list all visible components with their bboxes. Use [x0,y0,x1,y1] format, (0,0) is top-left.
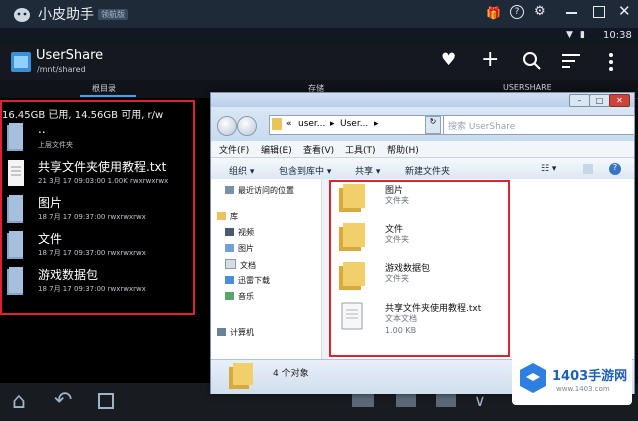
music-icon [225,292,234,300]
search-input[interactable]: 搜索 UserShare [448,119,515,132]
video-icon [225,228,234,236]
window-title-bar: – □ ✕ [211,93,634,107]
document-icon [225,259,236,269]
nav-label: 图片 [238,244,254,253]
nav-item-library[interactable]: 库 [217,211,238,222]
menu-help[interactable]: 帮助(H) [387,143,419,156]
window-close-button[interactable]: ✕ [609,94,630,107]
watermark-url: www.1403.com [556,385,610,393]
highlight-box-right [329,180,510,357]
menu-file[interactable]: 文件(F) [219,143,249,156]
nav-item-downloads[interactable]: 迅雷下载 [225,275,270,286]
library-icon [217,212,226,220]
window-maximize-button[interactable]: □ [589,94,610,107]
status-time: 10:38 [603,30,632,41]
back-button[interactable] [217,116,237,136]
nav-label: 迅雷下载 [238,276,270,285]
emulator-logo-icon [14,8,30,22]
forward-button[interactable] [237,116,257,136]
nav-label: 计算机 [230,328,254,337]
search-icon[interactable] [522,51,542,71]
settings-gear-icon[interactable]: ⚙ [534,4,546,19]
nav-label: 视频 [238,228,254,237]
navigation-pane: 最近访问的位置 库 视频 图片 文档 迅雷下载 音乐 计算机 [211,179,326,359]
overflow-menu-icon[interactable] [608,52,614,72]
nav-item-documents[interactable]: 文档 [225,259,256,271]
battery-icon: ▮ [580,30,585,40]
add-icon[interactable]: + [481,47,499,72]
sort-icon[interactable] [562,53,582,69]
nav-item-video[interactable]: 视频 [225,227,254,238]
tab-usershare[interactable]: USERSHARE [503,83,552,92]
folder-icon [272,118,282,130]
gift-icon[interactable]: 🎁 [486,6,501,20]
menu-view[interactable]: 查看(V) [303,143,334,156]
wifi-icon: ▼ [566,30,573,40]
refresh-icon[interactable]: ↻ [425,116,441,134]
nav-label: 库 [230,212,238,221]
command-bar: 组织 ▾ 包含到库中 ▾ 共享 ▾ 新建文件夹 ☷ ▾ ? [211,157,634,181]
home-icon[interactable]: ⌂ [12,389,26,414]
recent-apps-icon[interactable] [98,393,114,409]
share-button[interactable]: 共享 ▾ [355,164,380,177]
nav-item-computer[interactable]: 计算机 [217,327,254,338]
maximize-icon[interactable] [593,6,605,18]
watermark-logo-icon [520,363,546,393]
app-logo-icon [11,52,31,72]
folder-icon [229,363,253,389]
menu-tools[interactable]: 工具(T) [345,143,376,156]
gamepad-icon[interactable] [436,393,456,407]
object-count: 4 个对象 [273,369,309,379]
help-icon[interactable]: ? [510,5,524,19]
address-separator-icon: ▸ [374,119,379,129]
address-segment[interactable]: User... [340,119,368,129]
favorite-heart-icon[interactable]: ♥ [441,50,456,70]
address-row: « user... ▸ User... ▸ ↻ 搜索 UserShare [211,107,635,141]
computer-icon [217,328,226,336]
nav-item-music[interactable]: 音乐 [225,291,254,302]
menu-edit[interactable]: 编辑(E) [261,143,292,156]
address-separator-icon: « [286,119,292,129]
tab-root[interactable]: 根目录 [92,83,116,94]
watermark: 1403手游网 www.1403.com [512,355,632,405]
organize-button[interactable]: 组织 ▾ [229,164,254,177]
preview-pane-icon[interactable] [583,164,593,174]
view-options-icon[interactable]: ☷ ▾ [541,164,556,174]
app-title: UserShare [36,48,104,63]
search-box[interactable]: 搜索 UserShare [443,115,635,135]
nav-item-recent[interactable]: 最近访问的位置 [225,185,294,196]
watermark-text: 1403手游网 [552,369,628,384]
window-minimize-button[interactable]: – [569,94,590,107]
address-segment[interactable]: user... [298,119,325,129]
address-separator-icon: ▸ [330,119,335,129]
menu-bar: 文件(F) 编辑(E) 查看(V) 工具(T) 帮助(H) [211,141,634,157]
keyboard-icon[interactable] [396,393,416,407]
highlight-box-left [0,100,195,315]
close-icon[interactable]: ✕ [618,2,631,20]
emulator-title: 小皮助手 [38,7,94,23]
nav-item-pictures[interactable]: 图片 [225,243,254,254]
minimize-icon[interactable] [566,12,577,14]
download-icon [225,276,234,284]
recent-icon [225,186,234,194]
include-in-library-button[interactable]: 包含到库中 ▾ [279,164,331,177]
new-folder-button[interactable]: 新建文件夹 [405,164,450,177]
help-icon[interactable]: ? [609,163,621,175]
android-status-bar: ▼ ▮ 10:38 [0,28,638,44]
emulator-title-bar: 小皮助手 领航版 🎁 ? ⚙ ✕ [0,0,638,28]
nav-label: 文档 [240,261,256,270]
nav-label: 最近访问的位置 [238,186,294,195]
back-icon[interactable]: ↶ [54,388,72,413]
app-action-bar: UserShare /mnt/shared ♥ + [0,44,638,80]
emulator-badge: 领航版 [98,9,128,20]
tab-active-indicator [80,95,136,97]
nav-label: 音乐 [238,292,254,301]
screenshot-icon[interactable] [352,393,374,407]
picture-icon [225,244,234,252]
app-path: /mnt/shared [37,65,86,74]
